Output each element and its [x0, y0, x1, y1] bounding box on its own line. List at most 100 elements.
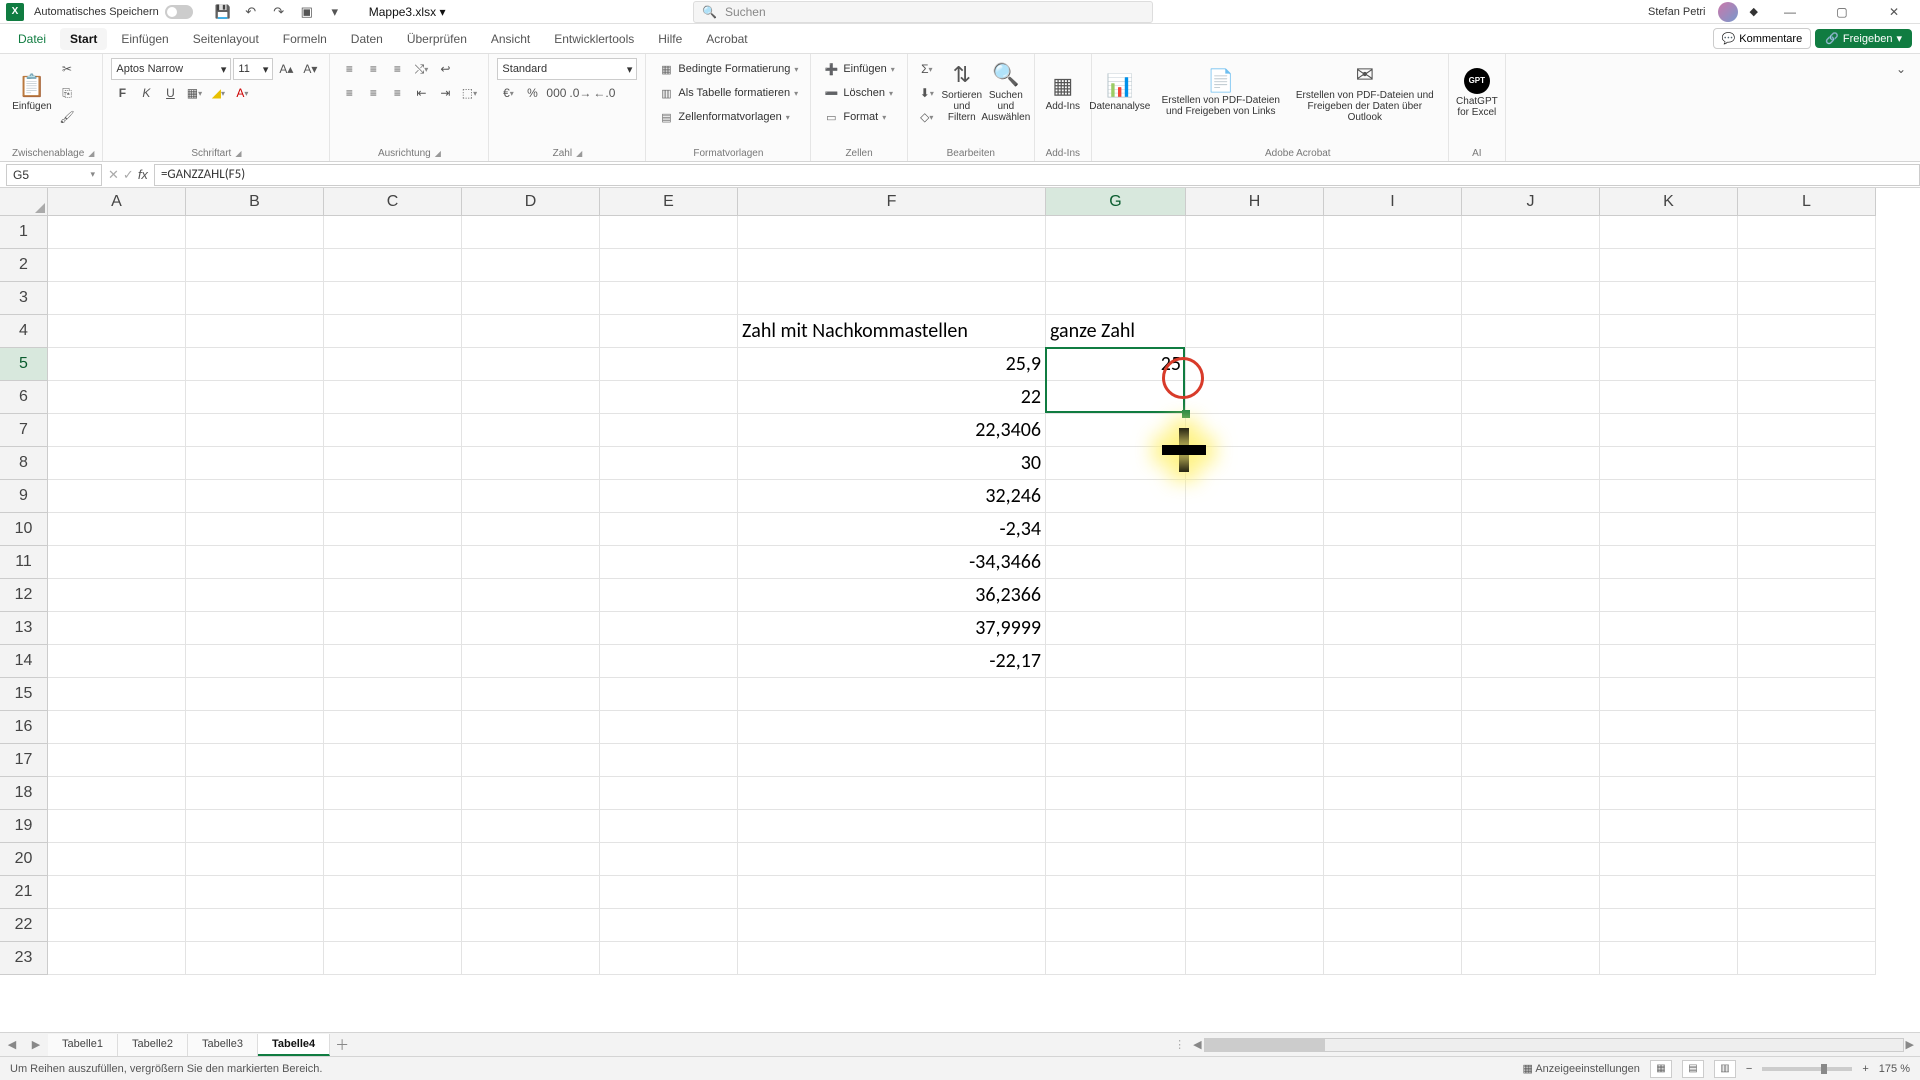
cell[interactable] — [1186, 711, 1324, 744]
cell[interactable] — [600, 645, 738, 678]
tab-view[interactable]: Ansicht — [481, 28, 540, 50]
cell[interactable] — [1738, 744, 1876, 777]
cell[interactable] — [1186, 876, 1324, 909]
cell[interactable] — [186, 381, 324, 414]
cell[interactable] — [1046, 876, 1186, 909]
cell[interactable] — [462, 315, 600, 348]
qat-camera-button[interactable]: ▣ — [295, 2, 319, 22]
cell[interactable] — [462, 942, 600, 975]
column-header[interactable]: C — [324, 188, 462, 216]
share-button[interactable]: 🔗 Freigeben ▾ — [1815, 29, 1912, 48]
row-header[interactable]: 2 — [0, 249, 48, 282]
horizontal-scrollbar[interactable]: ⋮ ◀ ▶ — [354, 1038, 1920, 1052]
cell[interactable] — [48, 843, 186, 876]
row-header[interactable]: 8 — [0, 447, 48, 480]
cell[interactable] — [1324, 909, 1462, 942]
dialog-launcher-icon[interactable]: ◢ — [435, 149, 441, 158]
cell[interactable] — [1462, 744, 1600, 777]
cell[interactable] — [738, 744, 1046, 777]
cell[interactable]: 30 — [738, 447, 1046, 480]
column-header[interactable]: J — [1462, 188, 1600, 216]
tab-pagelayout[interactable]: Seitenlayout — [183, 28, 269, 50]
cell[interactable] — [1600, 315, 1738, 348]
cell[interactable] — [1186, 546, 1324, 579]
cell[interactable] — [1324, 876, 1462, 909]
cell[interactable] — [1600, 546, 1738, 579]
cell[interactable] — [1324, 777, 1462, 810]
cell[interactable] — [186, 843, 324, 876]
cell[interactable] — [48, 942, 186, 975]
cell[interactable] — [1738, 513, 1876, 546]
cell[interactable] — [462, 447, 600, 480]
dialog-launcher-icon[interactable]: ◢ — [235, 149, 241, 158]
dialog-launcher-icon[interactable]: ◢ — [576, 149, 582, 158]
cell[interactable] — [1186, 843, 1324, 876]
cell[interactable] — [462, 513, 600, 546]
row-header[interactable]: 23 — [0, 942, 48, 975]
zoom-out-button[interactable]: − — [1746, 1063, 1752, 1075]
cell[interactable] — [186, 447, 324, 480]
cell[interactable] — [1462, 546, 1600, 579]
cell[interactable] — [1462, 414, 1600, 447]
clear-button[interactable]: ◇ — [916, 106, 938, 128]
tab-data[interactable]: Daten — [341, 28, 393, 50]
tab-review[interactable]: Überprüfen — [397, 28, 477, 50]
cell[interactable] — [1600, 249, 1738, 282]
cell[interactable] — [600, 843, 738, 876]
cell[interactable] — [1738, 579, 1876, 612]
cell[interactable] — [600, 579, 738, 612]
cell[interactable] — [48, 810, 186, 843]
cell[interactable] — [1046, 942, 1186, 975]
cell[interactable] — [324, 711, 462, 744]
collapse-ribbon-button[interactable]: ⌄ — [1890, 58, 1912, 80]
cell[interactable]: 22 — [738, 381, 1046, 414]
cell[interactable] — [48, 612, 186, 645]
row-header[interactable]: 14 — [0, 645, 48, 678]
cell[interactable] — [1186, 810, 1324, 843]
cell[interactable] — [1324, 612, 1462, 645]
cell[interactable] — [1738, 876, 1876, 909]
cell[interactable] — [1324, 942, 1462, 975]
cell[interactable] — [1324, 645, 1462, 678]
row-header[interactable]: 18 — [0, 777, 48, 810]
column-header[interactable]: G — [1046, 188, 1186, 216]
cell[interactable] — [1324, 216, 1462, 249]
cell[interactable] — [1186, 315, 1324, 348]
cell[interactable] — [1324, 546, 1462, 579]
cell[interactable] — [462, 645, 600, 678]
cell[interactable] — [600, 546, 738, 579]
align-right-button[interactable]: ≡ — [386, 82, 408, 104]
cell[interactable] — [600, 315, 738, 348]
diamond-icon[interactable]: ◆ — [1750, 5, 1758, 18]
cell[interactable] — [186, 348, 324, 381]
cell[interactable] — [462, 876, 600, 909]
cell[interactable] — [1600, 909, 1738, 942]
cell[interactable] — [1324, 744, 1462, 777]
row-header[interactable]: 13 — [0, 612, 48, 645]
cell[interactable] — [1738, 612, 1876, 645]
cell[interactable] — [462, 711, 600, 744]
create-pdf-outlook-button[interactable]: ✉Erstellen von PDF-Dateien und Freigeben… — [1290, 58, 1440, 128]
decrease-decimal-button[interactable]: ←.0 — [593, 82, 615, 104]
column-header[interactable]: L — [1738, 188, 1876, 216]
cell[interactable] — [324, 282, 462, 315]
cell[interactable] — [324, 645, 462, 678]
cell[interactable] — [48, 876, 186, 909]
cell[interactable] — [186, 249, 324, 282]
cell[interactable] — [462, 249, 600, 282]
cell[interactable] — [1462, 711, 1600, 744]
cell[interactable] — [186, 414, 324, 447]
cell[interactable] — [186, 744, 324, 777]
cell[interactable] — [1738, 381, 1876, 414]
tab-developer[interactable]: Entwicklertools — [544, 28, 644, 50]
cell[interactable] — [1600, 711, 1738, 744]
cell[interactable] — [324, 546, 462, 579]
cell[interactable] — [462, 282, 600, 315]
autosum-button[interactable]: Σ — [916, 58, 938, 80]
cell[interactable] — [1324, 810, 1462, 843]
cell[interactable] — [600, 777, 738, 810]
fx-icon[interactable]: fx — [138, 167, 148, 183]
cell[interactable] — [1738, 810, 1876, 843]
column-header[interactable]: F — [738, 188, 1046, 216]
row-header[interactable]: 9 — [0, 480, 48, 513]
